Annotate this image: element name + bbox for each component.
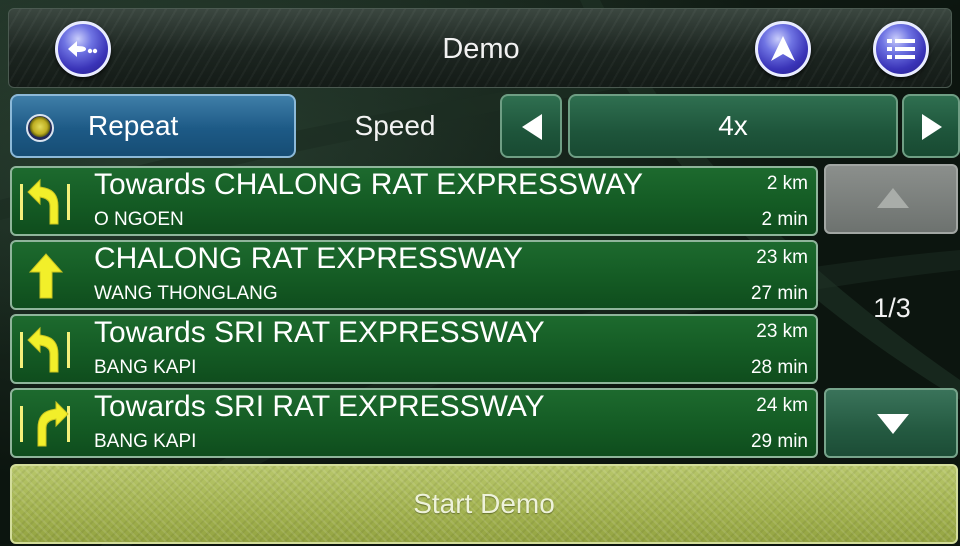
road-name: Towards CHALONG RAT EXPRESSWAY — [94, 168, 644, 201]
back-button[interactable] — [55, 21, 111, 77]
distance: 2 km — [766, 173, 808, 194]
start-demo-button[interactable]: Start Demo — [10, 464, 958, 544]
list-menu-icon — [886, 37, 916, 61]
menu-button[interactable] — [873, 21, 929, 77]
back-ellipsis-icon — [66, 39, 100, 59]
duration: 2 min — [761, 209, 808, 230]
header-bar: Demo — [8, 8, 952, 88]
start-demo-label: Start Demo — [413, 488, 555, 519]
page-indicator: 1/3 — [873, 293, 911, 323]
route-item[interactable]: CHALONG RAT EXPRESSWAY WANG THONGLANG 23… — [10, 240, 818, 310]
distance: 24 km — [756, 395, 808, 416]
duration: 29 min — [750, 431, 808, 452]
speed-label: Speed — [354, 110, 436, 141]
page-down-button[interactable] — [824, 388, 958, 458]
repeat-label: Repeat — [88, 110, 179, 141]
distance: 23 km — [756, 321, 808, 342]
road-name: Towards SRI RAT EXPRESSWAY — [94, 316, 545, 349]
area-name: O NGOEN — [94, 209, 184, 230]
duration: 27 min — [750, 283, 808, 304]
triangle-up-icon — [877, 188, 909, 208]
duration: 28 min — [750, 357, 808, 378]
page-up-button[interactable] — [824, 164, 958, 234]
area-name: BANG KAPI — [94, 431, 197, 452]
speed-value-display: 4x — [568, 94, 898, 158]
road-name: Towards SRI RAT EXPRESSWAY — [94, 390, 545, 423]
speed-value: 4x — [718, 110, 748, 141]
area-name: WANG THONGLANG — [94, 283, 278, 304]
keep-right-icon — [18, 400, 78, 448]
compass-button[interactable] — [755, 21, 811, 77]
triangle-down-icon — [877, 414, 909, 434]
radio-selected-icon — [26, 114, 54, 142]
triangle-left-icon — [522, 114, 542, 140]
speed-decrease-button[interactable] — [500, 94, 562, 158]
page-title: Demo — [442, 33, 520, 65]
area-name: BANG KAPI — [94, 357, 197, 378]
route-item[interactable]: Towards SRI RAT EXPRESSWAY BANG KAPI 23 … — [10, 314, 818, 384]
road-name: CHALONG RAT EXPRESSWAY — [94, 242, 523, 275]
keep-left-icon — [18, 178, 78, 226]
distance: 23 km — [756, 247, 808, 268]
navigation-arrow-icon — [768, 34, 798, 64]
speed-increase-button[interactable] — [902, 94, 960, 158]
route-item[interactable]: Towards SRI RAT EXPRESSWAY BANG KAPI 24 … — [10, 388, 818, 458]
route-item[interactable]: Towards CHALONG RAT EXPRESSWAY O NGOEN 2… — [10, 166, 818, 236]
straight-arrow-icon — [18, 252, 78, 300]
triangle-right-icon — [922, 114, 942, 140]
repeat-toggle[interactable]: Repeat — [10, 94, 296, 158]
keep-left-icon — [18, 326, 78, 374]
